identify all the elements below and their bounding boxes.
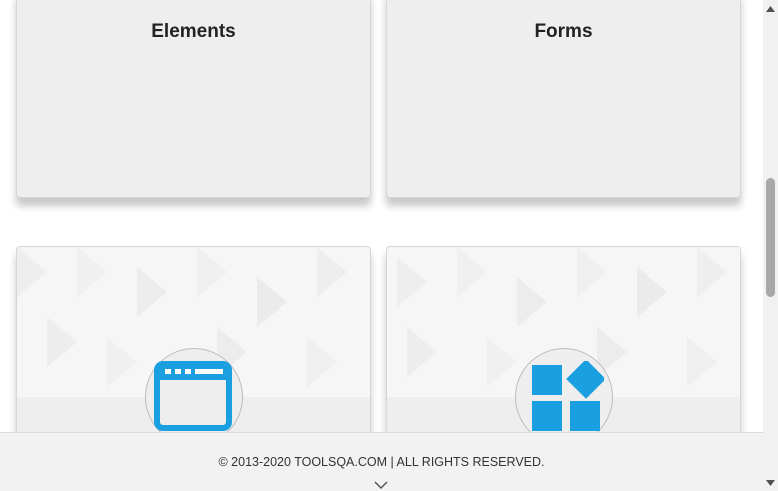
footer-copyright: © 2013-2020 TOOLSQA.COM | ALL RIGHTS RES… [218,455,545,469]
footer: © 2013-2020 TOOLSQA.COM | ALL RIGHTS RES… [0,432,763,491]
card-title-forms: Forms [534,21,593,42]
scroll-down-arrow-icon[interactable] [766,480,775,486]
chevron-down-icon[interactable] [374,480,388,490]
card-forms[interactable]: Forms [386,0,741,198]
card-elements[interactable]: Elements [16,0,371,198]
card-title-elements: Elements [151,21,236,42]
category-cards-page: Elements Forms © 2013-2020 TOOLSQA.COM |… [0,0,763,491]
scroll-up-arrow-icon[interactable] [766,6,775,12]
scrollbar-thumb[interactable] [766,178,775,297]
vertical-scrollbar[interactable] [763,0,778,491]
widgets-blocks-icon [531,361,604,431]
browser-window-icon [153,361,232,431]
